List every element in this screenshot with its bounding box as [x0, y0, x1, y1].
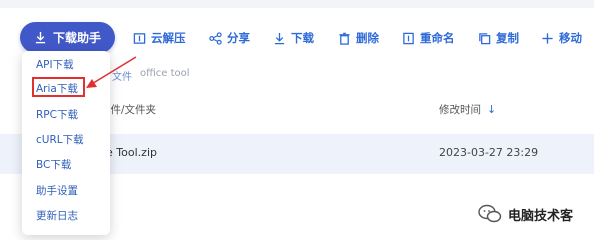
move-button[interactable]: 移动: [541, 28, 582, 48]
rename-button[interactable]: 重命名: [402, 28, 455, 48]
menu-item-curl-download[interactable]: cURL下载: [36, 132, 84, 147]
watermark-text: 电脑技术客: [508, 208, 574, 224]
menu-item-aria-download[interactable]: Aria下载: [36, 81, 78, 96]
file-time: 2023-03-27 23:29: [439, 146, 539, 159]
trash-icon: [339, 32, 350, 45]
header-time[interactable]: 修改时间 ↓: [439, 102, 496, 117]
delete-label: 删除: [356, 31, 379, 45]
menu-item-rpc-download[interactable]: RPC下载: [36, 107, 78, 122]
copy-button[interactable]: 复制: [478, 28, 519, 48]
header-time-label: 修改时间: [439, 104, 481, 116]
share-button[interactable]: 分享: [209, 28, 250, 48]
extract-label: 云解压: [151, 31, 186, 45]
watermark: 电脑技术客: [478, 204, 573, 224]
extract-button[interactable]: 云解压: [133, 28, 186, 48]
breadcrumb-current: office tool: [140, 68, 190, 79]
download-helper-label: 下载助手: [52, 31, 101, 45]
copy-label: 复制: [496, 31, 519, 45]
menu-item-bc-download[interactable]: BC下载: [36, 157, 71, 172]
delete-button[interactable]: 删除: [338, 28, 379, 48]
menu-item-helper-settings[interactable]: 助手设置: [36, 183, 78, 198]
sort-down-icon[interactable]: ↓: [487, 103, 496, 116]
download-label: 下载: [291, 31, 314, 45]
wechat-icon: [478, 204, 502, 223]
copy-icon: [479, 32, 491, 44]
plus-icon: [542, 32, 553, 44]
archive-icon: [133, 32, 146, 44]
rename-label: 重命名: [420, 31, 455, 45]
share-icon: [209, 31, 222, 45]
move-label: 移动: [559, 31, 582, 45]
share-label: 分享: [227, 31, 250, 45]
download-icon: [274, 32, 285, 44]
download-helper-button[interactable]: 下载助手: [20, 22, 115, 53]
top-strip: [0, 0, 594, 8]
rename-icon: [403, 32, 414, 44]
download-button[interactable]: 下载: [273, 28, 314, 48]
annotation-arrow: [86, 56, 137, 88]
menu-item-api-download[interactable]: API下载: [36, 57, 74, 72]
download-icon: [35, 31, 46, 44]
menu-item-changelog[interactable]: 更新日志: [36, 208, 78, 223]
